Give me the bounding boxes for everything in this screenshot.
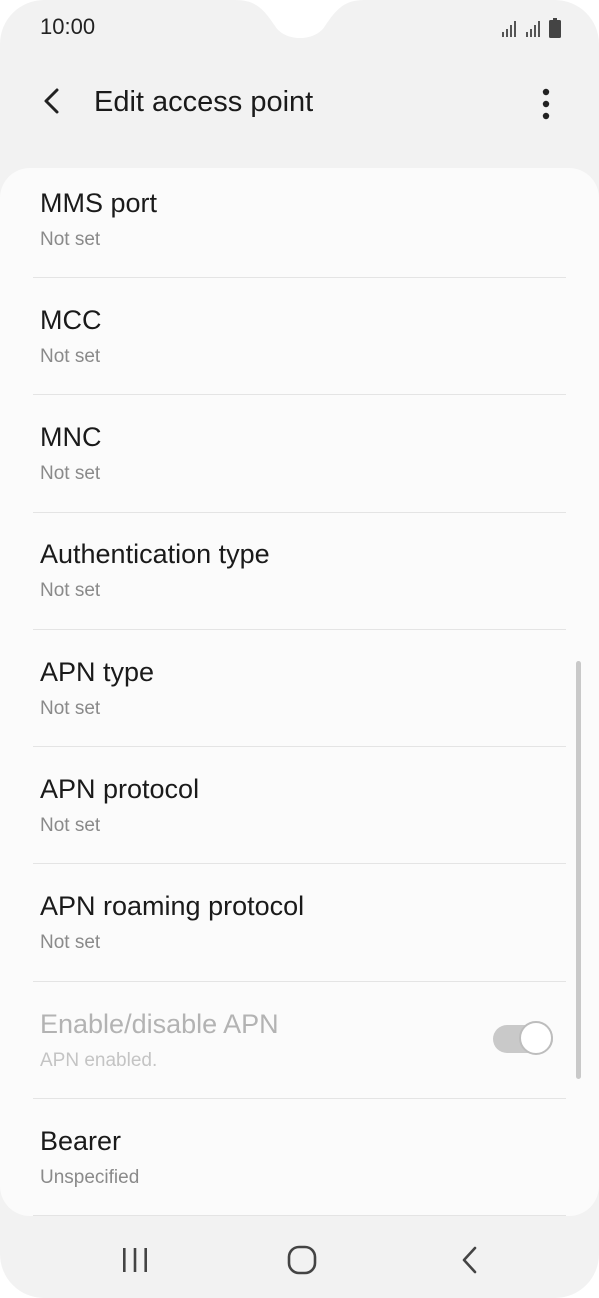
setting-mms-port[interactable]: MMS port Not set [0, 168, 599, 285]
setting-title: APN type [40, 657, 155, 687]
home-button[interactable] [272, 1238, 332, 1282]
more-options-button[interactable] [528, 82, 564, 126]
more-vertical-icon [542, 88, 550, 120]
setting-title: Authentication type [40, 539, 270, 569]
setting-title: MCC [40, 305, 102, 335]
recent-apps-icon [123, 1248, 147, 1272]
setting-value: APN enabled. [40, 1050, 158, 1071]
setting-authentication-type[interactable]: Authentication type Not set [0, 519, 599, 636]
signal-icon [526, 21, 540, 37]
setting-value: Not set [40, 229, 101, 250]
setting-apn-roaming-protocol[interactable]: APN roaming protocol Not set [0, 871, 599, 988]
setting-value: Not set [40, 346, 101, 367]
divider [33, 1215, 566, 1216]
settings-list-card: MMS port Not set MCC Not set MNC Not set… [0, 168, 599, 1216]
signal-icon [502, 21, 516, 37]
divider [33, 981, 566, 982]
status-icons [501, 16, 561, 38]
app-header: Edit access point [0, 60, 599, 150]
apn-enabled-toggle [493, 1021, 553, 1055]
setting-title: Bearer [40, 1126, 122, 1156]
divider [33, 394, 566, 395]
divider [33, 629, 566, 630]
divider [33, 277, 566, 278]
phone-screen: 10:00 Edit access point MMS port Not set… [0, 0, 599, 1298]
scrollbar[interactable] [576, 661, 581, 1079]
divider [33, 863, 566, 864]
setting-bearer[interactable]: Bearer Unspecified [0, 1105, 599, 1216]
setting-title: APN roaming protocol [40, 891, 305, 921]
home-icon [287, 1245, 317, 1275]
battery-icon [549, 18, 561, 38]
setting-mnc[interactable]: MNC Not set [0, 402, 599, 519]
divider [33, 512, 566, 513]
navigation-bar [0, 1218, 599, 1298]
setting-apn-type[interactable]: APN type Not set [0, 637, 599, 754]
nav-back-button[interactable] [440, 1238, 500, 1282]
back-arrow-icon [44, 88, 59, 114]
divider [33, 1098, 566, 1099]
setting-title: MMS port [40, 188, 158, 218]
setting-value: Not set [40, 463, 101, 484]
setting-apn-protocol[interactable]: APN protocol Not set [0, 754, 599, 871]
status-time: 10:00 [40, 14, 96, 39]
setting-mcc[interactable]: MCC Not set [0, 285, 599, 402]
divider [33, 746, 566, 747]
setting-value: Not set [40, 815, 101, 836]
setting-title: APN protocol [40, 774, 200, 804]
setting-value: Not set [40, 932, 101, 953]
setting-value: Not set [40, 580, 101, 601]
setting-value: Unspecified [40, 1167, 140, 1188]
back-icon [462, 1246, 477, 1274]
toggle-knob [519, 1021, 553, 1055]
setting-enable-disable-apn: Enable/disable APN APN enabled. [0, 988, 599, 1105]
setting-value: Not set [40, 698, 101, 719]
recent-apps-button[interactable] [105, 1238, 165, 1282]
setting-title: Enable/disable APN [40, 1009, 279, 1039]
back-button[interactable] [30, 78, 76, 124]
status-bar: 10:00 [0, 0, 599, 52]
page-title: Edit access point [94, 86, 314, 118]
setting-title: MNC [40, 422, 102, 452]
